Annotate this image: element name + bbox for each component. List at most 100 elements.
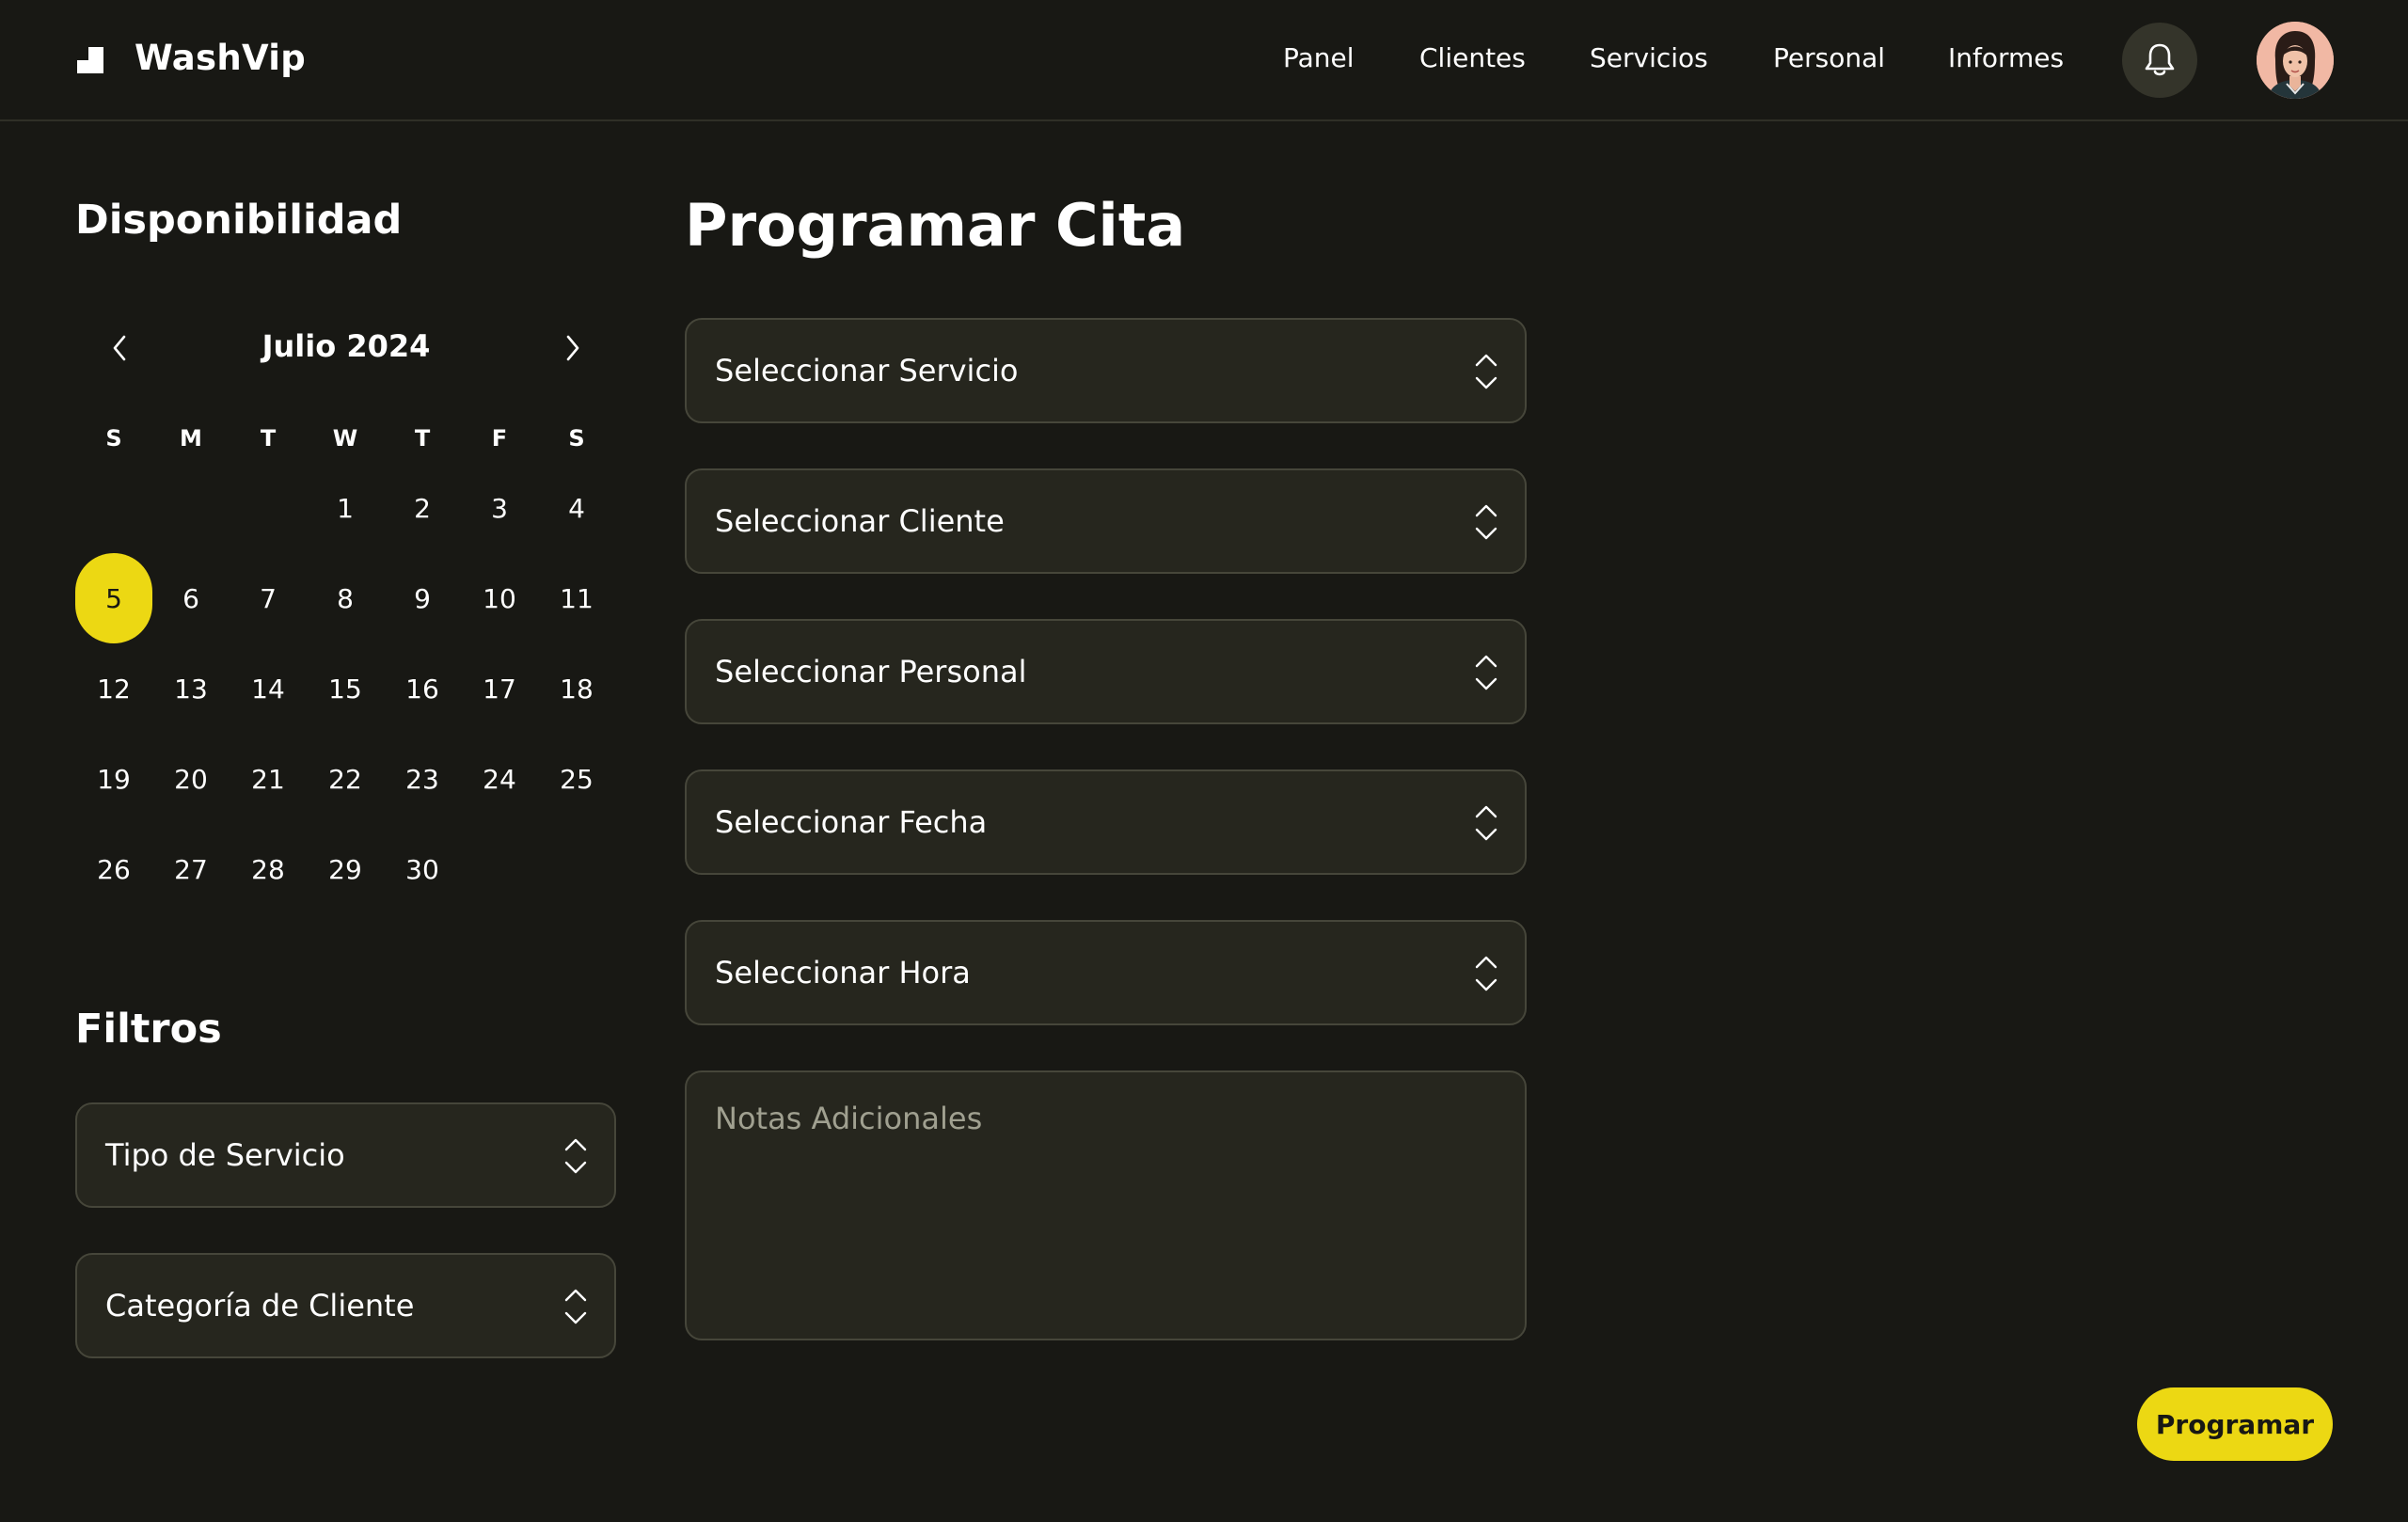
calendar-day-number: 28 (251, 853, 285, 885)
service-type-filter-label: Tipo de Servicio (105, 1137, 345, 1173)
time-select[interactable]: Seleccionar Hora (685, 920, 1527, 1025)
notes-textarea[interactable] (685, 1070, 1527, 1340)
date-select-label: Seleccionar Fecha (715, 804, 988, 840)
calendar-day-number: 6 (182, 582, 199, 614)
nav-item-clientes[interactable]: Clientes (1419, 38, 1526, 79)
calendar-weekdays: S M T W T F S (75, 414, 615, 463)
chevron-left-icon (113, 335, 126, 361)
calendar-day[interactable]: 23 (384, 734, 461, 824)
client-select[interactable]: Seleccionar Cliente (685, 468, 1527, 574)
next-month-button[interactable] (554, 329, 592, 367)
calendar-day[interactable]: 3 (461, 463, 538, 553)
calendar-day[interactable]: 17 (461, 643, 538, 734)
calendar-day-selected[interactable]: 5 (75, 553, 152, 643)
chevron-up-down-icon (1475, 805, 1497, 841)
calendar-day[interactable]: 2 (384, 463, 461, 553)
calendar-day-number: 29 (328, 853, 362, 885)
service-select-label: Seleccionar Servicio (715, 353, 1019, 388)
calendar-day[interactable]: 29 (307, 824, 384, 914)
notifications-button[interactable] (2122, 23, 2197, 98)
weekday-label: T (414, 425, 431, 452)
prev-month-button[interactable] (101, 329, 138, 367)
calendar-week: 26 27 28 29 30 (75, 824, 615, 914)
calendar-day-number: 5 (75, 553, 152, 643)
chevron-up-down-icon (564, 1138, 587, 1174)
calendar-day[interactable]: 13 (152, 643, 230, 734)
logo-icon (77, 47, 103, 73)
weekday-label: S (568, 425, 585, 452)
client-select-label: Seleccionar Cliente (715, 503, 1005, 539)
calendar-day-number: 11 (560, 582, 594, 614)
calendar-empty-cell (461, 824, 538, 914)
client-category-filter[interactable]: Categoría de Cliente (75, 1253, 616, 1358)
calendar-day[interactable]: 28 (230, 824, 307, 914)
weekday-label: W (332, 425, 358, 452)
calendar-day-number: 16 (405, 673, 439, 705)
calendar-week: 12 13 14 15 16 17 18 (75, 643, 615, 734)
top-bar: WashVip Panel Clientes Servicios Persona… (0, 0, 2408, 121)
calendar-day[interactable]: 15 (307, 643, 384, 734)
calendar-day-number: 19 (97, 763, 131, 795)
calendar-day[interactable]: 21 (230, 734, 307, 824)
calendar-day-number: 20 (174, 763, 208, 795)
calendar-day[interactable]: 19 (75, 734, 152, 824)
calendar-day[interactable]: 27 (152, 824, 230, 914)
calendar-day[interactable]: 26 (75, 824, 152, 914)
availability-title: Disponibilidad (75, 197, 403, 244)
calendar-grid: S M T W T F S 1 2 3 4 5 6 7 8 9 10 11 12 13 14 15 16 17 1… (75, 414, 615, 914)
calendar-empty-cell (230, 463, 307, 553)
calendar-day[interactable]: 4 (538, 463, 615, 553)
calendar-day-number: 7 (260, 582, 277, 614)
calendar-week: 5 6 7 8 9 10 11 (75, 553, 615, 643)
chevron-up-down-icon (1475, 956, 1497, 991)
calendar-day[interactable]: 10 (461, 553, 538, 643)
calendar-day[interactable]: 20 (152, 734, 230, 824)
avatar[interactable] (2257, 22, 2334, 99)
date-select[interactable]: Seleccionar Fecha (685, 769, 1527, 875)
nav-item-panel[interactable]: Panel (1283, 38, 1354, 79)
chevron-up-down-icon (1475, 655, 1497, 690)
chevron-up-down-icon (1475, 354, 1497, 389)
weekday-label: F (491, 425, 508, 452)
service-type-filter[interactable]: Tipo de Servicio (75, 1102, 616, 1208)
calendar-day-number: 4 (568, 492, 585, 524)
calendar-day[interactable]: 30 (384, 824, 461, 914)
calendar-month-label: Julio 2024 (261, 328, 431, 364)
weekday-label: T (260, 425, 277, 452)
calendar-day-number: 22 (328, 763, 362, 795)
calendar-day-number: 18 (560, 673, 594, 705)
calendar-day[interactable]: 16 (384, 643, 461, 734)
calendar-day[interactable]: 1 (307, 463, 384, 553)
calendar-day-number: 12 (97, 673, 131, 705)
calendar-day-number: 25 (560, 763, 594, 795)
staff-select-label: Seleccionar Personal (715, 654, 1027, 690)
calendar-day[interactable]: 22 (307, 734, 384, 824)
weekday-label: S (105, 425, 122, 452)
calendar-day-number: 1 (337, 492, 354, 524)
calendar-day[interactable]: 8 (307, 553, 384, 643)
chevron-up-down-icon (564, 1289, 587, 1324)
calendar-day[interactable]: 12 (75, 643, 152, 734)
calendar-day-number: 21 (251, 763, 285, 795)
calendar-day-number: 2 (414, 492, 431, 524)
calendar-day-number: 27 (174, 853, 208, 885)
calendar-day-number: 9 (414, 582, 431, 614)
calendar-day-number: 30 (405, 853, 439, 885)
calendar-day[interactable]: 9 (384, 553, 461, 643)
calendar-day[interactable]: 11 (538, 553, 615, 643)
nav-item-servicios[interactable]: Servicios (1590, 38, 1708, 79)
calendar-day[interactable]: 7 (230, 553, 307, 643)
nav-item-informes[interactable]: Informes (1948, 38, 2064, 79)
brand-name[interactable]: WashVip (135, 36, 306, 81)
chevron-up-down-icon (1475, 504, 1497, 540)
calendar-day[interactable]: 24 (461, 734, 538, 824)
calendar-day[interactable]: 18 (538, 643, 615, 734)
calendar-day-number: 14 (251, 673, 285, 705)
calendar-day[interactable]: 14 (230, 643, 307, 734)
calendar-day[interactable]: 25 (538, 734, 615, 824)
staff-select[interactable]: Seleccionar Personal (685, 619, 1527, 724)
service-select[interactable]: Seleccionar Servicio (685, 318, 1527, 423)
schedule-button[interactable]: Programar (2137, 1387, 2333, 1461)
calendar-day[interactable]: 6 (152, 553, 230, 643)
nav-item-personal[interactable]: Personal (1773, 38, 1885, 79)
